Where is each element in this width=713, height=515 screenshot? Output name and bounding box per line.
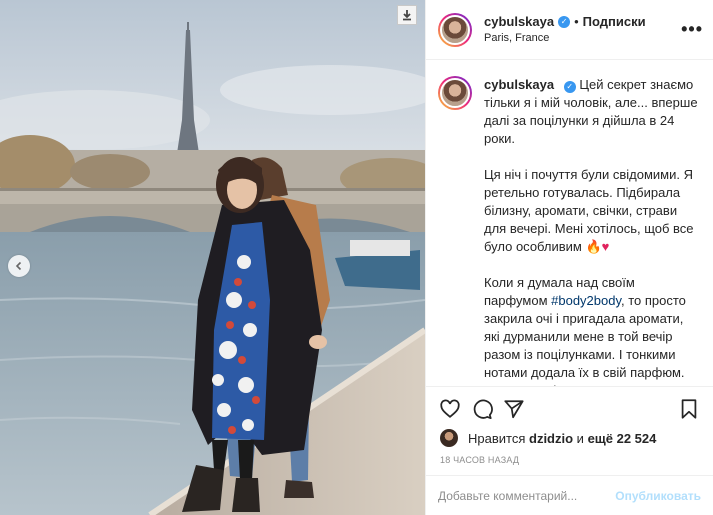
- publish-button[interactable]: Опубликовать: [615, 489, 701, 503]
- caption-paragraph-3: Коли я думала над своїм парфумом #body2b…: [484, 274, 701, 386]
- caption-paragraph-1: cybulskaya ✓ Цей секрет знаємо тільки я …: [484, 76, 701, 148]
- comments-area: cybulskaya ✓ Цей секрет знаємо тільки я …: [426, 60, 713, 386]
- following-button[interactable]: Подписки: [583, 14, 646, 30]
- caption-text: cybulskaya ✓ Цей секрет знаємо тільки я …: [484, 76, 701, 386]
- instagram-post: cybulskaya ✓ • Подписки Paris, France ••…: [0, 0, 713, 515]
- heart-icon: [440, 399, 460, 418]
- author-row: cybulskaya ✓ • Подписки: [484, 14, 681, 30]
- paris-couple-photo: [0, 0, 425, 515]
- save-button[interactable]: [673, 393, 705, 425]
- hashtag-link[interactable]: #body2body: [551, 293, 621, 308]
- download-icon: [403, 10, 411, 21]
- likes-prefix: Нравится: [468, 430, 526, 446]
- author-avatar[interactable]: [438, 12, 472, 47]
- share-icon: [504, 400, 524, 419]
- post-photo[interactable]: [0, 0, 425, 515]
- header-text: cybulskaya ✓ • Подписки Paris, France: [484, 14, 681, 46]
- chevron-left-icon: [15, 261, 22, 271]
- likes-middle: и: [576, 430, 584, 446]
- separator-dot: •: [574, 13, 579, 29]
- more-options-button[interactable]: •••: [681, 19, 703, 40]
- comment-input[interactable]: [438, 488, 616, 503]
- action-icons: [434, 393, 705, 425]
- post-side-panel: cybulskaya ✓ • Подписки Paris, France ••…: [425, 0, 713, 515]
- verified-badge-icon: ✓: [563, 81, 576, 93]
- post-actions: Нравится dzidzio и ещё 22 524 18 часов н…: [426, 386, 713, 475]
- comment-icon: [473, 399, 493, 420]
- post-location[interactable]: Paris, France: [484, 30, 681, 46]
- download-button[interactable]: [397, 5, 417, 25]
- post-header: cybulskaya ✓ • Подписки Paris, France ••…: [426, 0, 713, 60]
- caption-author-avatar[interactable]: [438, 76, 472, 110]
- comment-button[interactable]: [466, 393, 498, 425]
- caption: cybulskaya ✓ Цей секрет знаємо тільки я …: [438, 76, 701, 386]
- author-username[interactable]: cybulskaya: [484, 14, 554, 30]
- share-button[interactable]: [498, 393, 530, 425]
- caption-paragraph-2: Ця ніч і почуття були свідомими. Я ретел…: [484, 166, 701, 256]
- likes-count[interactable]: ещё 22 524: [588, 431, 657, 446]
- fire-heart-emoji: 🔥♥: [585, 239, 610, 254]
- previous-photo-button[interactable]: [8, 255, 30, 277]
- likes-summary: Нравится dzidzio и ещё 22 524: [434, 425, 705, 447]
- liker-username[interactable]: dzidzio: [529, 431, 573, 446]
- bookmark-icon: [681, 399, 697, 419]
- liker-avatar[interactable]: [440, 429, 458, 447]
- like-button[interactable]: [434, 393, 466, 425]
- add-comment-bar: Опубликовать: [426, 475, 713, 515]
- verified-badge-icon: ✓: [558, 15, 571, 28]
- caption-author-username[interactable]: cybulskaya: [484, 77, 554, 92]
- post-timestamp[interactable]: 18 часов назад: [434, 447, 705, 475]
